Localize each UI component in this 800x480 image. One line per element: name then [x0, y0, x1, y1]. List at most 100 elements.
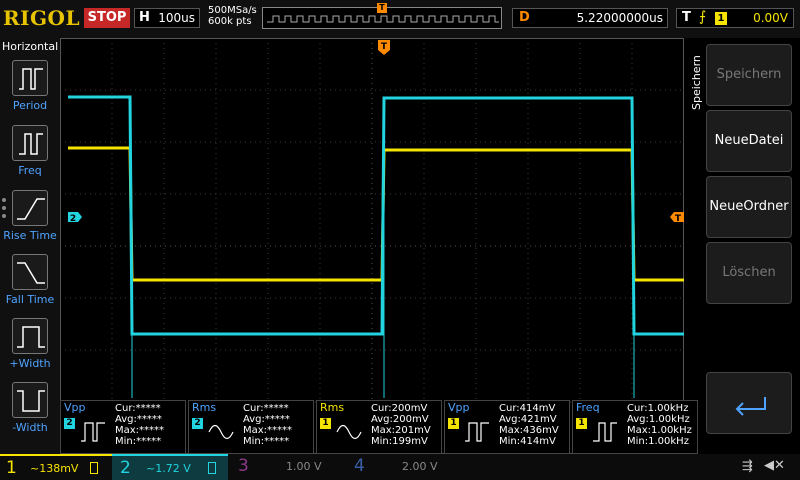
measurement-item[interactable]: Vpp 2 Cur:***** Avg:***** Max:***** Min:…	[60, 400, 186, 454]
measurement-avg: Avg:*****	[243, 414, 290, 425]
rise-time-button[interactable]	[12, 190, 48, 226]
channel-number: 3	[238, 456, 249, 476]
vpp-icon	[465, 422, 489, 442]
measurement-channel: 2	[64, 418, 75, 429]
channel-scale: 1.00 V	[286, 460, 322, 473]
measurement-max: Max:436mV	[499, 425, 559, 436]
measurement-min: Min:1.00kHz	[627, 436, 689, 447]
measurement-channel: 2	[192, 418, 203, 429]
measurement-min: Min:199mV	[371, 436, 428, 447]
scroll-dot	[2, 214, 6, 218]
channel-number: 1	[6, 458, 17, 478]
bandwidth-limit-icon	[208, 462, 216, 474]
run-stop-status[interactable]: STOP	[84, 8, 130, 28]
freq-icon	[593, 422, 617, 442]
scroll-dot	[2, 198, 6, 202]
negative-width-icon	[17, 390, 45, 412]
delay-value: 5.22000000us	[576, 11, 663, 25]
scroll-dot	[2, 206, 6, 210]
delay-label: D	[519, 10, 530, 25]
back-button[interactable]	[706, 372, 792, 434]
waveform-display[interactable]: 2 T T	[60, 38, 684, 454]
svg-text:2: 2	[70, 214, 76, 224]
save-button[interactable]: Speichern	[706, 44, 792, 106]
measurement-item[interactable]: Rms 1 Cur:200mV Avg:200mV Max:201mV Min:…	[316, 400, 442, 454]
rise-time-label: Rise Time	[3, 229, 57, 242]
sample-info: 500MSa/s 600k pts	[208, 5, 257, 27]
period-button[interactable]	[12, 60, 48, 96]
sample-rate: 500MSa/s	[208, 5, 257, 16]
rising-edge-icon: ⨍	[699, 9, 707, 25]
new-file-button[interactable]: NeueDatei	[706, 110, 792, 172]
trigger-source: 1	[715, 12, 727, 25]
trigger-label: T	[682, 10, 691, 25]
positive-width-label: +Width	[9, 357, 51, 370]
timebase-value: 100us	[158, 11, 195, 25]
fall-time-label: Fall Time	[5, 293, 55, 306]
horizontal-measure-panel: Horizontal Period Freq Rise Time Fall Ti…	[0, 38, 60, 454]
fall-time-button[interactable]	[12, 254, 48, 290]
measurement-min: Min:*****	[243, 436, 290, 447]
speaker-muted-icon[interactable]: ◀✕	[764, 458, 785, 473]
measurement-avg: Avg:*****	[115, 414, 162, 425]
positive-width-button[interactable]	[12, 318, 48, 354]
negative-width-button[interactable]	[12, 382, 48, 418]
measurement-cur: Cur:1.00kHz	[627, 403, 689, 414]
measurement-name: Vpp	[64, 401, 86, 414]
rms-icon	[336, 424, 362, 440]
freq-label: Freq	[18, 164, 42, 177]
measurement-item[interactable]: Rms 2 Cur:***** Avg:***** Max:***** Min:…	[188, 400, 314, 454]
timebase-box[interactable]: H 100us	[134, 8, 200, 28]
svg-text:T: T	[381, 42, 388, 52]
period-icon	[19, 68, 43, 90]
channel-number: 2	[120, 458, 131, 478]
trigger-position-marker: T	[377, 3, 387, 13]
measurement-cur: Cur:*****	[243, 403, 289, 414]
top-status-bar: RIGOL STOP H 100us 500MSa/s 600k pts T D…	[0, 0, 800, 38]
panel-title: Horizontal	[2, 40, 59, 53]
channel-1-status[interactable]: 1 ~138mV	[0, 454, 112, 480]
channel-3-status[interactable]: 3 1.00 V	[228, 454, 340, 480]
measurement-max: Max:1.00kHz	[627, 425, 692, 436]
channel-number: 4	[354, 456, 365, 476]
timebase-label: H	[139, 10, 150, 25]
vpp-icon	[81, 422, 105, 442]
rigol-logo: RIGOL	[3, 6, 81, 30]
menu-title-vertical: Speichern	[690, 55, 703, 110]
measurement-avg: Avg:421mV	[499, 414, 557, 425]
measurement-avg: Avg:200mV	[371, 414, 429, 425]
new-folder-button[interactable]: NeueOrdner	[706, 176, 792, 238]
measurement-max: Max:*****	[243, 425, 293, 436]
delete-button[interactable]: Löschen	[706, 242, 792, 304]
svg-text:T: T	[675, 214, 682, 224]
measurement-min: Min:414mV	[499, 436, 556, 447]
fall-time-icon	[17, 262, 45, 284]
rise-time-icon	[17, 198, 45, 220]
trigger-box[interactable]: T ⨍ 1 0.00V	[676, 8, 794, 28]
measurement-name: Rms	[320, 401, 345, 414]
measurement-name: Freq	[576, 401, 600, 414]
measurement-max: Max:*****	[115, 425, 165, 436]
channel-2-status[interactable]: 2 ~1.72 V	[112, 454, 228, 480]
measurement-item[interactable]: Vpp 1 Cur:414mV Avg:421mV Max:436mV Min:…	[444, 400, 570, 454]
delay-box[interactable]: D 5.22000000us	[512, 8, 668, 28]
freq-icon	[19, 133, 43, 155]
freq-button[interactable]	[12, 125, 48, 161]
measurement-cur: Cur:414mV	[499, 403, 556, 414]
channel-scale: ~138mV	[30, 462, 79, 475]
measurement-channel: 1	[448, 418, 459, 429]
trigger-level: 0.00V	[753, 11, 788, 25]
period-label: Period	[12, 99, 48, 112]
measurement-item[interactable]: Freq 1 Cur:1.00kHz Avg:1.00kHz Max:1.00k…	[572, 400, 698, 454]
bandwidth-limit-icon	[90, 462, 98, 474]
rms-icon	[208, 424, 234, 440]
usb-icon: ⇶	[742, 459, 753, 474]
measurement-channel: 1	[320, 418, 331, 429]
measurement-avg: Avg:1.00kHz	[627, 414, 690, 425]
negative-width-label: -Width	[12, 421, 48, 434]
positive-width-icon	[17, 326, 45, 348]
memory-overview-bar[interactable]: T	[262, 3, 502, 29]
return-arrow-icon	[735, 397, 766, 416]
measurement-cur: Cur:200mV	[371, 403, 428, 414]
channel-4-status[interactable]: 4 2.00 V	[340, 454, 452, 480]
